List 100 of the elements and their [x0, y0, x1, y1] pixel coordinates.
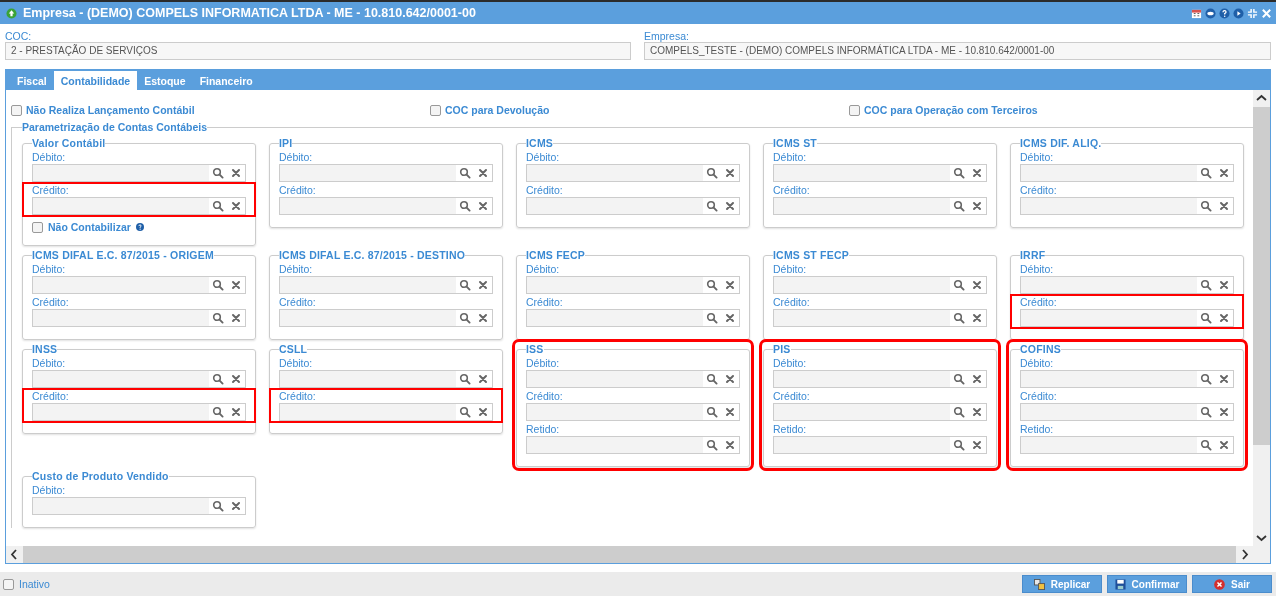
close-icon[interactable] [229, 500, 243, 512]
close-icon[interactable] [970, 373, 984, 385]
close-icon[interactable] [1261, 7, 1272, 19]
search-icon[interactable] [952, 200, 966, 212]
lookup-field[interactable] [526, 276, 740, 294]
close-icon[interactable] [1217, 439, 1231, 451]
search-icon[interactable] [211, 373, 225, 385]
close-icon[interactable] [476, 312, 490, 324]
search-icon[interactable] [458, 406, 472, 418]
lookup-field[interactable] [32, 164, 246, 182]
lookup-field[interactable] [279, 164, 493, 182]
close-icon[interactable] [1217, 373, 1231, 385]
search-icon[interactable] [211, 200, 225, 212]
scrollbar-thumb[interactable] [1253, 107, 1270, 445]
lookup-field[interactable] [279, 197, 493, 215]
close-icon[interactable] [723, 373, 737, 385]
lookup-field[interactable] [773, 403, 987, 421]
help-icon[interactable] [1219, 7, 1230, 19]
search-icon[interactable] [211, 312, 225, 324]
text-field[interactable]: 2 - PRESTAÇÃO DE SERVIÇOS [5, 42, 631, 60]
close-icon[interactable] [229, 312, 243, 324]
search-icon[interactable] [1199, 439, 1213, 451]
lookup-field[interactable] [773, 276, 987, 294]
close-icon[interactable] [970, 200, 984, 212]
help-icon[interactable] [135, 223, 144, 231]
close-icon[interactable] [970, 439, 984, 451]
calendar-icon[interactable] [1191, 7, 1202, 19]
close-icon[interactable] [229, 200, 243, 212]
close-icon[interactable] [970, 167, 984, 179]
tab[interactable]: Financeiro [192, 71, 260, 90]
lookup-field[interactable] [526, 309, 740, 327]
lookup-field[interactable] [773, 436, 987, 454]
search-icon[interactable] [705, 406, 719, 418]
search-icon[interactable] [1199, 312, 1213, 324]
checkbox[interactable] [849, 104, 860, 116]
search-icon[interactable] [1199, 406, 1213, 418]
search-icon[interactable] [952, 439, 966, 451]
search-icon[interactable] [952, 406, 966, 418]
close-icon[interactable] [1217, 200, 1231, 212]
button[interactable]: Replicar [1022, 575, 1102, 593]
lookup-field[interactable] [1020, 403, 1234, 421]
close-icon[interactable] [229, 167, 243, 179]
lookup-field[interactable] [773, 309, 987, 327]
lookup-field[interactable] [773, 197, 987, 215]
search-icon[interactable] [1199, 373, 1213, 385]
search-icon[interactable] [705, 312, 719, 324]
lookup-field[interactable] [773, 370, 987, 388]
close-icon[interactable] [1217, 406, 1231, 418]
search-icon[interactable] [705, 167, 719, 179]
checkbox[interactable] [430, 104, 441, 116]
search-icon[interactable] [211, 279, 225, 291]
close-icon[interactable] [229, 373, 243, 385]
search-icon[interactable] [952, 167, 966, 179]
close-icon[interactable] [1217, 312, 1231, 324]
close-icon[interactable] [970, 406, 984, 418]
close-icon[interactable] [970, 312, 984, 324]
lookup-field[interactable] [32, 197, 246, 215]
lookup-field[interactable] [526, 403, 740, 421]
search-icon[interactable] [211, 406, 225, 418]
search-icon[interactable] [705, 200, 719, 212]
eye-icon[interactable] [1205, 7, 1216, 19]
lookup-field[interactable] [526, 197, 740, 215]
close-icon[interactable] [476, 167, 490, 179]
search-icon[interactable] [458, 167, 472, 179]
search-icon[interactable] [705, 439, 719, 451]
close-icon[interactable] [1217, 279, 1231, 291]
search-icon[interactable] [952, 312, 966, 324]
search-icon[interactable] [458, 279, 472, 291]
scrollbar-thumb[interactable] [23, 546, 1236, 563]
search-icon[interactable] [458, 373, 472, 385]
text-field[interactable]: COMPELS_TESTE - (DEMO) COMPELS INFORMÁTICA LTDA - ME - 10.810.642/0001-00 [644, 42, 1271, 60]
search-icon[interactable] [211, 167, 225, 179]
close-icon[interactable] [476, 279, 490, 291]
lookup-field[interactable] [526, 436, 740, 454]
play-icon[interactable] [1233, 7, 1244, 19]
lookup-field[interactable] [1020, 164, 1234, 182]
lookup-field[interactable] [526, 370, 740, 388]
lookup-field[interactable] [279, 370, 493, 388]
lookup-field[interactable] [279, 403, 493, 421]
search-icon[interactable] [1199, 167, 1213, 179]
close-icon[interactable] [723, 406, 737, 418]
search-icon[interactable] [705, 373, 719, 385]
lookup-field[interactable] [32, 309, 246, 327]
close-icon[interactable] [229, 279, 243, 291]
close-icon[interactable] [723, 200, 737, 212]
lookup-field[interactable] [279, 276, 493, 294]
search-icon[interactable] [952, 279, 966, 291]
lookup-field[interactable] [32, 276, 246, 294]
close-icon[interactable] [476, 200, 490, 212]
checkbox[interactable] [11, 104, 22, 116]
lookup-field[interactable] [32, 497, 246, 515]
lookup-field[interactable] [1020, 370, 1234, 388]
close-icon[interactable] [229, 406, 243, 418]
lookup-field[interactable] [1020, 309, 1234, 327]
close-icon[interactable] [476, 406, 490, 418]
lookup-field[interactable] [279, 309, 493, 327]
close-icon[interactable] [723, 167, 737, 179]
checkbox[interactable] [32, 221, 43, 233]
close-icon[interactable] [970, 279, 984, 291]
lookup-field[interactable] [32, 403, 246, 421]
